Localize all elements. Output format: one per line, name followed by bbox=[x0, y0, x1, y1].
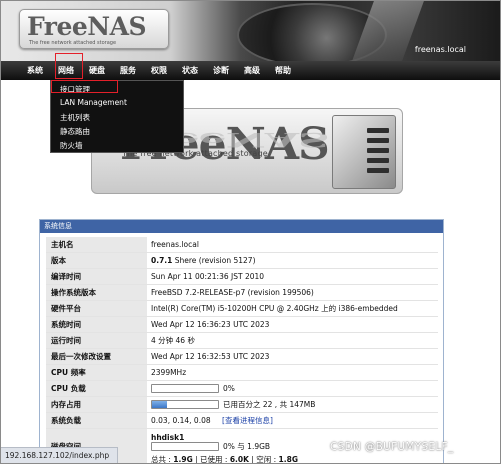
cpu-usage-text: 0% bbox=[223, 384, 235, 393]
view-processes-link[interactable]: [查看进程信息] bbox=[222, 416, 273, 425]
row-label: 硬件平台 bbox=[46, 301, 147, 316]
row-label: 最后一次修改设置 bbox=[46, 349, 147, 364]
disk-detail: 总共 : 1.9G | 已使用 : 6.0K | 空闲 : 1.8G bbox=[151, 454, 298, 464]
browser-status-url: 192.168.127.102/index.php bbox=[1, 447, 118, 463]
row-label: 运行时间 bbox=[46, 333, 147, 348]
row-value: freenas.local bbox=[151, 240, 199, 249]
row-value: 0.03, 0.14, 0.08 [查看进程信息] bbox=[151, 413, 438, 428]
info-row-cpu-load: CPU 负载 0% bbox=[46, 381, 438, 397]
disk-usage-line: 0% 与 1.9GB bbox=[151, 441, 351, 453]
nav-item-disks[interactable]: 硬盘 bbox=[89, 65, 105, 76]
info-row-system-load: 系统负载 0.03, 0.14, 0.08 [查看进程信息] bbox=[46, 413, 438, 429]
load-average: 0.03, 0.14, 0.08 bbox=[151, 416, 211, 425]
info-row-system-time: 系统时间 Wed Apr 12 16:36:23 UTC 2023 bbox=[46, 317, 438, 333]
nav-item-system[interactable]: 系统 bbox=[27, 65, 43, 76]
site-header: FreeNAS The free network attached storag… bbox=[1, 1, 500, 61]
logo-wordmark: FreeNAS bbox=[27, 12, 147, 41]
row-label: 编译时间 bbox=[46, 269, 147, 284]
menu-item-lan-management[interactable]: LAN Management bbox=[60, 98, 127, 107]
interfaces-highlight bbox=[51, 80, 118, 93]
panel-title: 系统信息 bbox=[40, 220, 443, 233]
drive-bay-icon bbox=[367, 168, 389, 173]
header-arm-graphic bbox=[352, 1, 424, 61]
row-value: Sun Apr 11 00:21:36 JST 2010 bbox=[151, 272, 265, 281]
drive-bay-icon bbox=[367, 138, 389, 143]
drive-bay-icon bbox=[367, 158, 389, 163]
disk-free: 1.8G bbox=[278, 455, 298, 464]
row-value: 已用百分之 22 , 共 147MB bbox=[151, 397, 438, 412]
version-detail: Shere (revision 5127) bbox=[172, 256, 256, 265]
info-row-build-time: 编译时间 Sun Apr 11 00:21:36 JST 2010 bbox=[46, 269, 438, 285]
info-row-hostname: 主机名 freenas.local bbox=[46, 237, 438, 253]
row-label: 系统负载 bbox=[46, 413, 147, 428]
version-number: 0.7.1 bbox=[151, 256, 173, 265]
row-value: 0% bbox=[151, 381, 438, 396]
row-value: 0.7.1 Shere (revision 5127) bbox=[151, 253, 438, 268]
logo-tagline: The free network attached storage bbox=[29, 40, 117, 46]
row-value: Intel(R) Core(TM) i5-10200H CPU @ 2.40GH… bbox=[151, 304, 398, 313]
freenas-logo[interactable]: FreeNAS The free network attached storag… bbox=[19, 9, 169, 49]
watermark-text: CSDN @BUFUMYSELF_ bbox=[330, 441, 454, 453]
row-label: CPU 负载 bbox=[46, 381, 147, 396]
row-value: Wed Apr 12 16:32:53 UTC 2023 bbox=[151, 352, 270, 361]
info-row-last-config-change: 最后一次修改设置 Wed Apr 12 16:32:53 UTC 2023 bbox=[46, 349, 438, 365]
nav-item-advanced[interactable]: 高级 bbox=[244, 65, 260, 76]
row-value: 2399MHz bbox=[151, 368, 187, 377]
disk-used-label: | 已使用 : bbox=[192, 455, 230, 464]
info-row-os-version: 操作系统版本 FreeBSD 7.2-RELEASE-p7 (revision … bbox=[46, 285, 438, 301]
info-row-uptime: 运行时间 4 分钟 46 秒 bbox=[46, 333, 438, 349]
menu-item-hosts[interactable]: 主机列表 bbox=[60, 112, 90, 123]
disk-usage-text: 0% 与 1.9GB bbox=[223, 442, 271, 451]
row-label: 版本 bbox=[46, 253, 147, 268]
disk-total-label: 总共 : bbox=[151, 455, 174, 464]
memory-usage-bar bbox=[151, 400, 219, 409]
disk-total: 1.9G bbox=[173, 455, 193, 464]
nav-item-status[interactable]: 状态 bbox=[182, 65, 198, 76]
info-row-version: 版本 0.7.1 Shere (revision 5127) bbox=[46, 253, 438, 269]
row-label: 系统时间 bbox=[46, 317, 147, 332]
system-info-panel: 系统信息 主机名 freenas.local 版本 0.7.1 Shere (r… bbox=[39, 219, 444, 464]
row-value: 4 分钟 46 秒 bbox=[151, 336, 195, 345]
info-row-memory-usage: 内存占用 已用百分之 22 , 共 147MB bbox=[46, 397, 438, 413]
memory-usage-text: 已用百分之 22 , 共 147MB bbox=[223, 400, 316, 409]
cpu-usage-bar bbox=[151, 384, 219, 393]
drive-bay-icon bbox=[367, 148, 389, 153]
nav-item-services[interactable]: 服务 bbox=[120, 65, 136, 76]
disk-usage-bar bbox=[151, 442, 219, 451]
nav-item-help[interactable]: 帮助 bbox=[275, 65, 291, 76]
header-hostname: freenas.local bbox=[414, 45, 466, 54]
memory-usage-fill bbox=[152, 401, 167, 408]
network-menu-highlight bbox=[55, 53, 83, 79]
info-row-platform: 硬件平台 Intel(R) Core(TM) i5-10200H CPU @ 2… bbox=[46, 301, 438, 317]
row-label: 内存占用 bbox=[46, 397, 147, 412]
disk-used: 6.0K bbox=[229, 455, 249, 464]
nav-item-access[interactable]: 权限 bbox=[151, 65, 167, 76]
info-row-cpu-frequency: CPU 频率 2399MHz bbox=[46, 365, 438, 381]
row-label: CPU 频率 bbox=[46, 365, 147, 380]
disk-free-label: | 空闲 : bbox=[248, 455, 279, 464]
row-label: 操作系统版本 bbox=[46, 285, 147, 300]
nav-item-diagnostics[interactable]: 诊断 bbox=[213, 65, 229, 76]
menu-item-static-routes[interactable]: 静态路由 bbox=[60, 126, 90, 137]
server-icon bbox=[332, 115, 396, 189]
row-value: FreeBSD 7.2-RELEASE-p7 (revision 199506) bbox=[151, 288, 314, 297]
menu-item-firewall[interactable]: 防火墙 bbox=[60, 140, 83, 151]
drive-bay-icon bbox=[367, 128, 389, 133]
row-value: Wed Apr 12 16:36:23 UTC 2023 bbox=[151, 320, 270, 329]
row-label: 主机名 bbox=[46, 237, 147, 252]
browser-viewport: FreeNAS The free network attached storag… bbox=[0, 0, 501, 464]
